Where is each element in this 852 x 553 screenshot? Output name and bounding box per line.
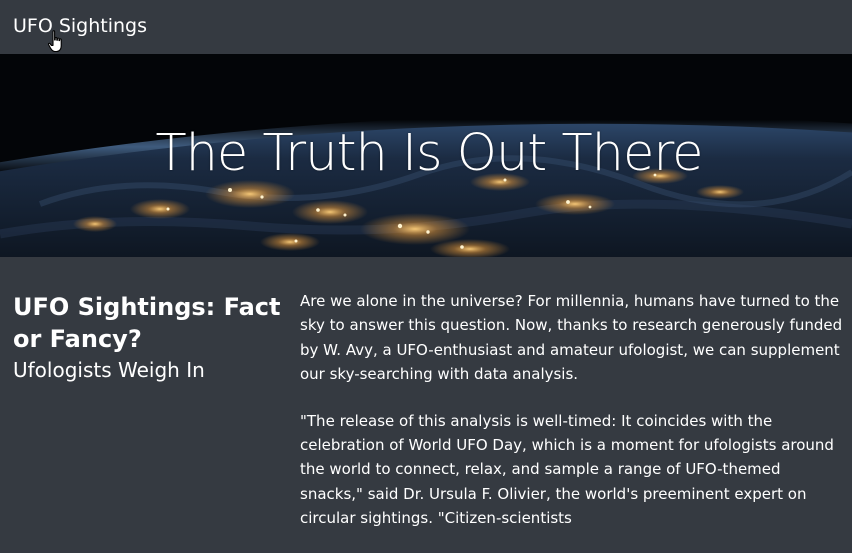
- article-subheading: Ufologists Weigh In: [13, 358, 205, 382]
- article-section: UFO Sightings: Fact or Fancy? Ufologists…: [0, 257, 852, 527]
- navbar: UFO Sightings: [0, 0, 852, 54]
- article-paragraph: Are we alone in the universe? For millen…: [300, 292, 843, 384]
- hand-pointer-icon: [48, 30, 62, 53]
- brand-link[interactable]: UFO Sightings: [13, 15, 147, 37]
- hero-title: The Truth Is Out There: [155, 124, 703, 183]
- hero-banner: The Truth Is Out There: [0, 54, 852, 257]
- article-paragraph: "The release of this analysis is well-ti…: [300, 411, 834, 528]
- article-header: UFO Sightings: Fact or Fancy? Ufologists…: [13, 291, 283, 383]
- article-body: Are we alone in the universe? For millen…: [300, 289, 846, 553]
- article-heading: UFO Sightings: Fact or Fancy?: [13, 293, 281, 353]
